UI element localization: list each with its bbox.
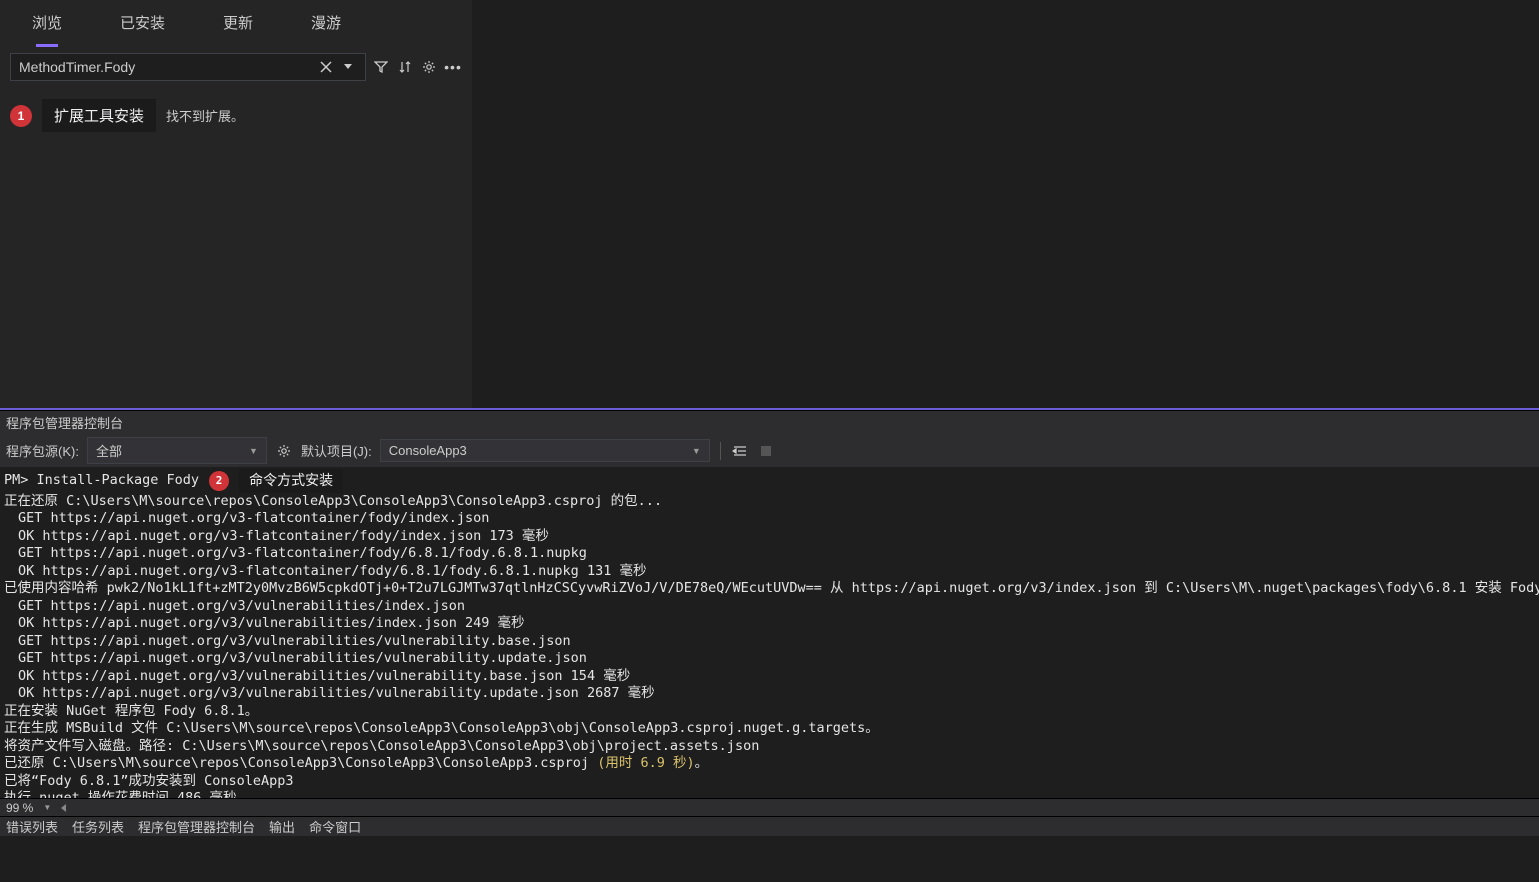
filter-icon[interactable] — [372, 58, 390, 76]
annotation-badge-2: 2 — [209, 471, 229, 491]
console-line: 已使用内容哈希 pwk2/No1kL1ft+zMT2y0MvzB6W5cpkdO… — [4, 580, 1535, 598]
search-input-wrap — [10, 53, 366, 81]
console-line: OK https://api.nuget.org/v3/vulnerabilit… — [4, 615, 1535, 633]
sort-icon[interactable] — [396, 58, 414, 76]
console-line: 已还原 C:\Users\M\source\repos\ConsoleApp3\… — [4, 755, 1535, 773]
status-cmd-window[interactable]: 命令窗口 — [309, 817, 361, 836]
search-toolbar: ••• — [372, 58, 462, 76]
console-line: OK https://api.nuget.org/v3/vulnerabilit… — [4, 685, 1535, 703]
console-line: 将资产文件写入磁盘。路径: C:\Users\M\source\repos\Co… — [4, 738, 1535, 756]
chevron-down-icon: ▼ — [692, 446, 701, 456]
package-source-label: 程序包源(K): — [6, 441, 79, 460]
separator — [720, 442, 721, 460]
package-source-value: 全部 — [96, 441, 122, 460]
top-split: 浏览 已安装 更新 漫游 — [0, 0, 1539, 408]
tab-installed[interactable]: 已安装 — [120, 12, 165, 47]
scroll-left-icon[interactable] — [61, 804, 66, 812]
console-line: GET https://api.nuget.org/v3-flatcontain… — [4, 510, 1535, 528]
console-prompt-line: PM> Install-Package Fody — [4, 472, 199, 490]
nuget-panel: 浏览 已安装 更新 漫游 — [0, 0, 473, 408]
console-line: OK https://api.nuget.org/v3/vulnerabilit… — [4, 668, 1535, 686]
clear-search-icon[interactable] — [317, 58, 335, 76]
gear-icon[interactable] — [420, 58, 438, 76]
console-line: GET https://api.nuget.org/v3/vulnerabili… — [4, 598, 1535, 616]
indent-icon[interactable] — [731, 442, 749, 460]
stop-icon[interactable] — [757, 442, 775, 460]
status-output[interactable]: 输出 — [269, 817, 295, 836]
default-project-value: ConsoleApp3 — [389, 443, 467, 458]
status-task-list[interactable]: 任务列表 — [72, 817, 124, 836]
default-project-dropdown[interactable]: ConsoleApp3 ▼ — [380, 439, 710, 462]
console-toolbar: 程序包源(K): 全部 ▼ 默认项目(J): ConsoleApp3 ▼ — [0, 434, 1539, 467]
tab-consolidate[interactable]: 漫游 — [311, 12, 341, 47]
tab-browse[interactable]: 浏览 — [32, 12, 62, 47]
console-line: GET https://api.nuget.org/v3-flatcontain… — [4, 545, 1535, 563]
console-line: 正在生成 MSBuild 文件 C:\Users\M\source\repos\… — [4, 720, 1535, 738]
console-line: OK https://api.nuget.org/v3-flatcontaine… — [4, 563, 1535, 581]
more-icon[interactable]: ••• — [444, 58, 462, 76]
tab-updates[interactable]: 更新 — [223, 12, 253, 47]
annotation-badge-1: 1 — [10, 105, 32, 127]
console-output[interactable]: PM> Install-Package Fody 2 命令方式安装 正在还原 C… — [0, 467, 1539, 798]
console-line: 执行 nuget 操作花费时间 486 毫秒 — [4, 790, 1535, 798]
default-project-label: 默认项目(J): — [301, 441, 372, 460]
status-bar: 错误列表 任务列表 程序包管理器控制台 输出 命令窗口 — [0, 816, 1539, 836]
no-results-text: 找不到扩展。 — [166, 106, 244, 125]
package-source-dropdown[interactable]: 全部 ▼ — [87, 437, 267, 464]
console-line: GET https://api.nuget.org/v3/vulnerabili… — [4, 650, 1535, 668]
chevron-down-icon[interactable]: ▼ — [43, 803, 51, 812]
console-line: GET https://api.nuget.org/v3/vulnerabili… — [4, 633, 1535, 651]
search-dropdown-icon[interactable] — [339, 58, 357, 76]
annotation-callout-2: 命令方式安装 — [239, 469, 343, 493]
annotation-callout-1: 扩展工具安装 — [42, 99, 156, 132]
console-line: 已将“Fody 6.8.1”成功安装到 ConsoleApp3 — [4, 773, 1535, 791]
status-error-list[interactable]: 错误列表 — [6, 817, 58, 836]
status-pmc[interactable]: 程序包管理器控制台 — [138, 817, 255, 836]
zoom-level[interactable]: 99 % — [6, 801, 33, 815]
console-line: OK https://api.nuget.org/v3-flatcontaine… — [4, 528, 1535, 546]
nuget-tabs: 浏览 已安装 更新 漫游 — [0, 0, 472, 47]
detail-panel-empty — [473, 0, 1539, 408]
console-line: 正在还原 C:\Users\M\source\repos\ConsoleApp3… — [4, 493, 1535, 511]
console-line: 正在安装 NuGet 程序包 Fody 6.8.1。 — [4, 703, 1535, 721]
zoom-bar: 99 % ▼ — [0, 798, 1539, 816]
gear-icon[interactable] — [275, 442, 293, 460]
search-input[interactable] — [19, 59, 317, 75]
search-bar: ••• — [0, 47, 472, 87]
console-title-bar: 程序包管理器控制台 — [0, 410, 1539, 434]
result-row: 1 扩展工具安装 找不到扩展。 — [0, 87, 472, 144]
chevron-down-icon: ▼ — [249, 446, 258, 456]
